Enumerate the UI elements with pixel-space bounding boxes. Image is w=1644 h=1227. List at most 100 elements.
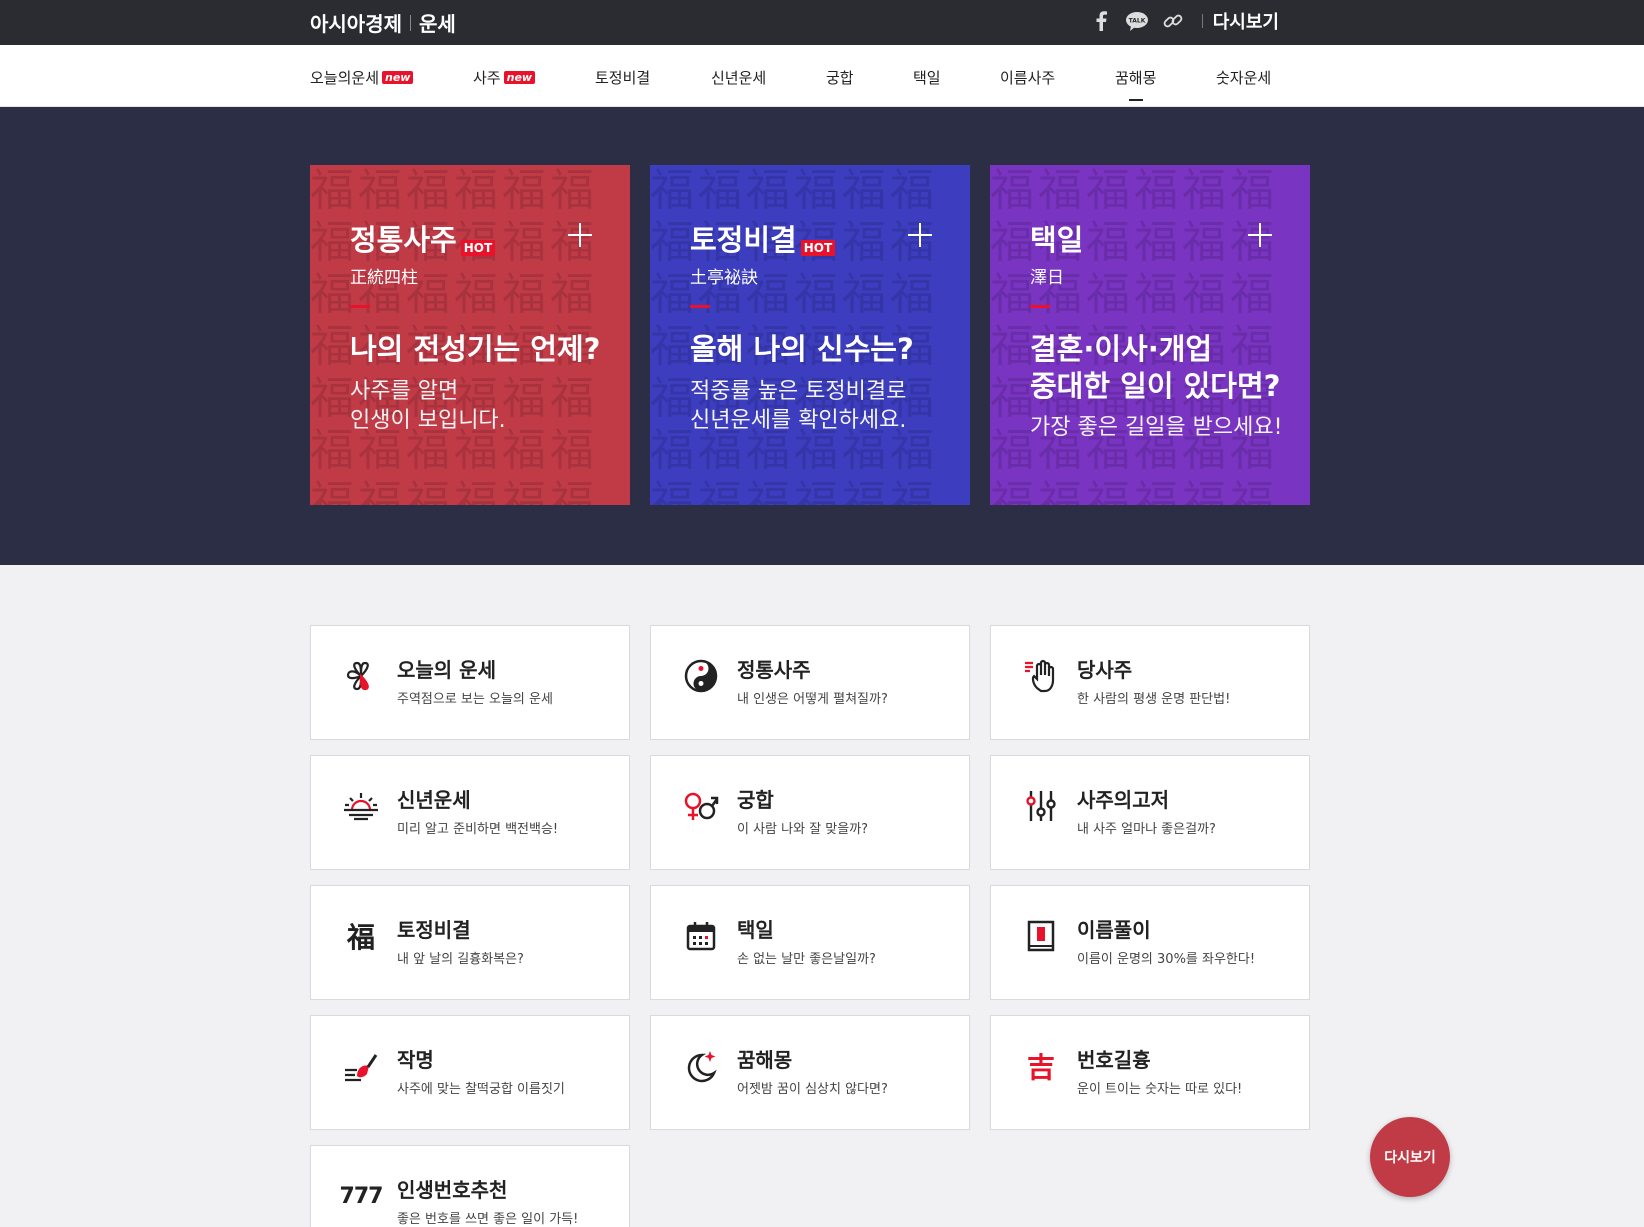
link-icon[interactable] <box>1160 8 1186 34</box>
card-accent-bar <box>690 305 710 308</box>
top-divider <box>1201 14 1203 28</box>
service-card-today[interactable]: 오늘의 운세 주역점으로 보는 오늘의 운세 <box>310 625 630 740</box>
service-subtitle: 사주에 맞는 찰떡궁합 이름짓기 <box>397 1082 565 1097</box>
new-badge: new <box>503 71 536 84</box>
service-card-dangsaju[interactable]: 당사주 한 사람의 평생 운명 판단법! <box>990 625 1310 740</box>
service-card-taekil[interactable]: 택일 손 없는 날만 좋은날일까? <box>650 885 970 1000</box>
service-subtitle: 어젯밤 꿈이 심상치 않다면? <box>737 1082 888 1097</box>
plus-icon[interactable] <box>1248 223 1272 247</box>
moon-icon <box>683 1048 719 1084</box>
book-icon <box>1023 918 1059 954</box>
card-title: 택일 <box>1030 223 1084 257</box>
floating-replay-button[interactable]: 다시보기 <box>1370 1117 1450 1197</box>
replay-link[interactable]: 다시보기 <box>1213 8 1279 34</box>
hero-card-taekil[interactable]: 福福福福福福福福福福福福福福福福福福福福福福福福福福福福福福福福福福福福福福福福… <box>990 165 1310 505</box>
card-title: 정통사주 HOT <box>350 217 496 259</box>
nav-item-taekil[interactable]: 택일 <box>913 67 941 88</box>
card-hanja: 正統四柱 <box>350 268 418 288</box>
nav-label: 신년운세 <box>711 69 767 87</box>
nav-item-newyear[interactable]: 신년운세 <box>711 67 766 88</box>
nav-item-saju[interactable]: 사주 new <box>473 67 536 88</box>
card-headline: 나의 전성기는 언제? <box>350 332 601 366</box>
service-subtitle: 운이 트이는 숫자는 따로 있다! <box>1077 1082 1243 1097</box>
yin-yang-icon <box>683 658 719 694</box>
card-hanja: 土亭祕訣 <box>690 268 758 288</box>
service-card-saju[interactable]: 정통사주 내 인생은 어떻게 펼쳐질까? <box>650 625 970 740</box>
service-subtitle: 주역점으로 보는 오늘의 운세 <box>397 692 553 707</box>
nav-label: 궁합 <box>826 69 854 87</box>
nav-label: 토정비결 <box>595 69 651 87</box>
service-subtitle: 이 사람 나와 잘 맞을까? <box>737 822 869 837</box>
hero-section: 福福福福福福福福福福福福福福福福福福福福福福福福福福福福福福福福福福福福福福福福… <box>0 107 1644 565</box>
service-subtitle: 손 없는 날만 좋은날일까? <box>737 952 876 967</box>
fortune-char-icon: 福 <box>346 921 375 954</box>
nav-label: 사주 <box>473 69 501 87</box>
service-card-life-number[interactable]: 777 인생번호추천 좋은 번호를 쓰면 좋은 일이 가득! <box>310 1145 630 1227</box>
service-title: 작명 <box>397 1048 434 1072</box>
card-desc: 사주를 알면 인생이 보입니다. <box>350 379 506 433</box>
card-accent-bar <box>350 305 370 308</box>
service-card-dream[interactable]: 꿈해몽 어젯밤 꿈이 심상치 않다면? <box>650 1015 970 1130</box>
card-desc: 가장 좋은 길일을 받으세요! <box>1030 415 1283 440</box>
top-bar: 아시아경제 운세 TALK 다시보기 <box>0 0 1644 45</box>
nav-item-gunghap[interactable]: 궁합 <box>826 67 854 88</box>
service-subtitle: 내 사주 얼마나 좋은걸까? <box>1077 822 1216 837</box>
service-card-gojeo[interactable]: 사주의고저 내 사주 얼마나 좋은걸까? <box>990 755 1310 870</box>
service-title: 꿈해몽 <box>737 1048 793 1072</box>
card-headline: 올해 나의 신수는? <box>690 332 914 366</box>
kakaotalk-icon[interactable]: TALK <box>1124 8 1150 34</box>
number-777-icon: 777 <box>339 1183 384 1209</box>
card-title: 토정비결 HOT <box>690 217 836 259</box>
card-hanja: 澤日 <box>1030 268 1064 288</box>
facebook-icon[interactable] <box>1088 8 1114 34</box>
service-subtitle: 이름이 운명의 30%를 좌우한다! <box>1077 952 1256 967</box>
clover-icon <box>343 658 379 694</box>
brush-icon <box>343 1048 379 1084</box>
nav-label: 오늘의운세 <box>310 69 380 87</box>
nav-item-number[interactable]: 숫자운세 <box>1216 67 1271 88</box>
nav-label: 택일 <box>913 69 941 87</box>
service-card-gunghap[interactable]: 궁합 이 사람 나와 잘 맞을까? <box>650 755 970 870</box>
service-title: 이름풀이 <box>1077 918 1151 942</box>
hero-card-tojeong[interactable]: 福福福福福福福福福福福福福福福福福福福福福福福福福福福福福福福福福福福福福福福福… <box>650 165 970 505</box>
brand-name: 아시아경제 <box>310 12 402 36</box>
service-card-number-luck[interactable]: 吉 번호길흉 운이 트이는 숫자는 따로 있다! <box>990 1015 1310 1130</box>
service-title: 토정비결 <box>397 918 471 942</box>
nav-label: 숫자운세 <box>1216 69 1272 87</box>
brand-divider <box>410 14 411 31</box>
service-title: 궁합 <box>737 788 774 812</box>
service-title: 신년운세 <box>397 788 471 812</box>
main-nav: 오늘의운세 new 사주 new 토정비결 신년운세 궁합 택일 이름사주 꿈해… <box>0 45 1644 107</box>
service-title: 인생번호추천 <box>397 1178 508 1202</box>
service-title: 당사주 <box>1077 658 1133 682</box>
service-subtitle: 내 인생은 어떻게 펼쳐질까? <box>737 692 888 707</box>
hero-card-saju[interactable]: 福福福福福福福福福福福福福福福福福福福福福福福福福福福福福福福福福福福福福福福福… <box>310 165 630 505</box>
service-card-jakmyeong[interactable]: 작명 사주에 맞는 찰떡궁합 이름짓기 <box>310 1015 630 1130</box>
service-subtitle: 한 사람의 평생 운명 판단법! <box>1077 692 1231 707</box>
share-tools: TALK 다시보기 <box>1078 8 1279 34</box>
service-title: 택일 <box>737 918 774 942</box>
service-subtitle: 내 앞 날의 길흉화복은? <box>397 952 524 967</box>
nav-item-tojeong[interactable]: 토정비결 <box>595 67 650 88</box>
brand-logo[interactable]: 아시아경제 운세 <box>310 8 456 37</box>
hot-badge: HOT <box>460 240 496 256</box>
nav-item-today[interactable]: 오늘의운세 new <box>310 67 414 88</box>
service-title: 번호길흉 <box>1077 1048 1151 1072</box>
nav-item-name-saju[interactable]: 이름사주 <box>1000 67 1055 88</box>
talk-label: TALK <box>1128 18 1145 25</box>
service-title: 정통사주 <box>737 658 811 682</box>
plus-icon[interactable] <box>568 223 592 247</box>
card-headline: 결혼·이사·개업 중대한 일이 있다면? <box>1030 332 1281 403</box>
sunrise-icon <box>343 788 379 824</box>
nav-item-dream[interactable]: 꿈해몽 <box>1115 67 1156 101</box>
service-card-newyear[interactable]: 신년운세 미리 알고 준비하면 백전백승! <box>310 755 630 870</box>
calendar-icon <box>683 918 719 954</box>
card-accent-bar <box>1030 305 1050 308</box>
section-name: 운세 <box>419 12 456 36</box>
service-card-name[interactable]: 이름풀이 이름이 운명의 30%를 좌우한다! <box>990 885 1310 1000</box>
service-title: 오늘의 운세 <box>397 658 496 682</box>
plus-icon[interactable] <box>908 223 932 247</box>
service-card-tojeong[interactable]: 福 토정비결 내 앞 날의 길흉화복은? <box>310 885 630 1000</box>
gender-icon <box>683 788 719 824</box>
service-subtitle: 좋은 번호를 쓰면 좋은 일이 가득! <box>397 1212 579 1227</box>
